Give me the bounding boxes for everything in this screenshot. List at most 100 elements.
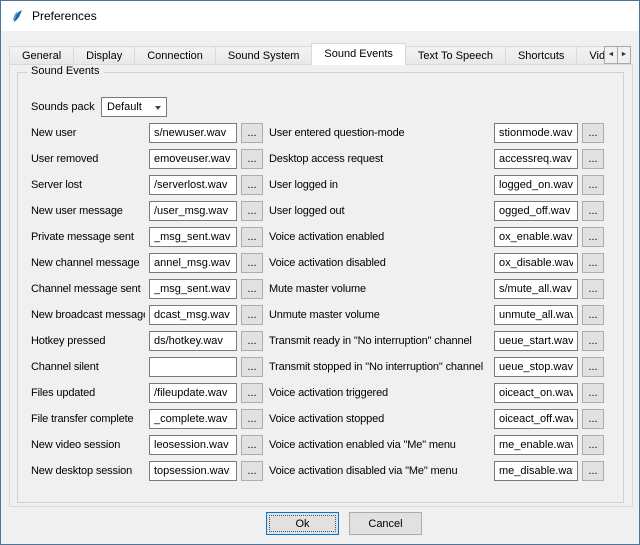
sound-event-label: New user message bbox=[31, 201, 145, 221]
browse-button[interactable]: ... bbox=[582, 305, 604, 325]
browse-button[interactable]: ... bbox=[241, 435, 263, 455]
tab-text-to-speech[interactable]: Text To Speech bbox=[405, 46, 506, 65]
sound-file-input[interactable] bbox=[149, 253, 237, 273]
browse-button[interactable]: ... bbox=[582, 409, 604, 429]
tab-video[interactable]: Video bbox=[576, 46, 605, 65]
tab-bar: GeneralDisplayConnectionSound SystemSoun… bbox=[9, 43, 605, 65]
app-icon bbox=[9, 8, 25, 24]
tab-scroll-right-button[interactable]: ► bbox=[617, 46, 631, 64]
browse-button[interactable]: ... bbox=[582, 149, 604, 169]
tab-connection[interactable]: Connection bbox=[134, 46, 216, 65]
browse-button[interactable]: ... bbox=[241, 201, 263, 221]
sound-event-label: New broadcast message bbox=[31, 305, 145, 325]
tab-display[interactable]: Display bbox=[73, 46, 135, 65]
browse-button[interactable]: ... bbox=[241, 227, 263, 247]
browse-button[interactable]: ... bbox=[241, 383, 263, 403]
sound-file-input[interactable] bbox=[149, 175, 237, 195]
tab-scroller: ◄ ► bbox=[605, 46, 631, 64]
sound-file-input[interactable] bbox=[494, 279, 578, 299]
browse-button[interactable]: ... bbox=[241, 279, 263, 299]
window-title: Preferences bbox=[32, 9, 97, 23]
sound-file-input[interactable] bbox=[149, 409, 237, 429]
sound-event-label: Files updated bbox=[31, 383, 145, 403]
browse-button[interactable]: ... bbox=[241, 253, 263, 273]
sound-file-input[interactable] bbox=[494, 357, 578, 377]
browse-button[interactable]: ... bbox=[241, 331, 263, 351]
sound-event-label: New user bbox=[31, 123, 145, 143]
chevron-down-icon bbox=[155, 106, 161, 110]
sound-file-input[interactable] bbox=[149, 383, 237, 403]
cancel-button[interactable]: Cancel bbox=[349, 512, 422, 535]
sound-events-column-right: User entered question-mode...Desktop acc… bbox=[269, 123, 604, 481]
sound-file-input[interactable] bbox=[494, 253, 578, 273]
sound-event-label: Transmit ready in "No interruption" chan… bbox=[269, 331, 490, 351]
sound-file-input[interactable] bbox=[149, 227, 237, 247]
sound-event-label: Unmute master volume bbox=[269, 305, 490, 325]
browse-button[interactable]: ... bbox=[582, 279, 604, 299]
sound-file-input[interactable] bbox=[149, 435, 237, 455]
sound-event-label: Transmit stopped in "No interruption" ch… bbox=[269, 357, 490, 377]
sound-event-label: Channel silent bbox=[31, 357, 145, 377]
browse-button[interactable]: ... bbox=[241, 149, 263, 169]
browse-button[interactable]: ... bbox=[582, 227, 604, 247]
browse-button[interactable]: ... bbox=[582, 383, 604, 403]
browse-button[interactable]: ... bbox=[582, 331, 604, 351]
sounds-pack-select[interactable]: Default bbox=[101, 97, 167, 117]
sound-file-input[interactable] bbox=[494, 383, 578, 403]
sound-file-input[interactable] bbox=[494, 435, 578, 455]
preferences-dialog: Preferences GeneralDisplayConnectionSoun… bbox=[0, 0, 640, 545]
tab-general[interactable]: General bbox=[9, 46, 74, 65]
sound-file-input[interactable] bbox=[494, 149, 578, 169]
arrow-left-icon: ◄ bbox=[608, 51, 615, 58]
sound-file-input[interactable] bbox=[149, 123, 237, 143]
browse-button[interactable]: ... bbox=[582, 461, 604, 481]
tab-shortcuts[interactable]: Shortcuts bbox=[505, 46, 577, 65]
titlebar: Preferences bbox=[1, 1, 639, 31]
sound-file-input[interactable] bbox=[494, 123, 578, 143]
sound-file-input[interactable] bbox=[494, 461, 578, 481]
browse-button[interactable]: ... bbox=[241, 409, 263, 429]
sound-event-label: Hotkey pressed bbox=[31, 331, 145, 351]
sound-file-input[interactable] bbox=[149, 357, 237, 377]
browse-button[interactable]: ... bbox=[241, 357, 263, 377]
sound-file-input[interactable] bbox=[494, 409, 578, 429]
tab-scroll-left-button[interactable]: ◄ bbox=[604, 46, 618, 64]
sound-file-input[interactable] bbox=[494, 305, 578, 325]
sound-event-label: Voice activation disabled bbox=[269, 253, 490, 273]
sound-file-input[interactable] bbox=[494, 175, 578, 195]
sound-event-label: File transfer complete bbox=[31, 409, 145, 429]
sound-event-label: Desktop access request bbox=[269, 149, 490, 169]
browse-button[interactable]: ... bbox=[241, 461, 263, 481]
browse-button[interactable]: ... bbox=[582, 357, 604, 377]
tab-sound-events[interactable]: Sound Events bbox=[311, 43, 406, 65]
sound-event-label: New channel message bbox=[31, 253, 145, 273]
groupbox-title: Sound Events bbox=[27, 65, 104, 77]
sounds-pack-label: Sounds pack bbox=[31, 97, 95, 117]
ok-button[interactable]: Ok bbox=[266, 512, 339, 535]
sound-event-label: New desktop session bbox=[31, 461, 145, 481]
browse-button[interactable]: ... bbox=[582, 123, 604, 143]
sound-event-label: User logged out bbox=[269, 201, 490, 221]
sound-event-label: User logged in bbox=[269, 175, 490, 195]
sound-event-label: Mute master volume bbox=[269, 279, 490, 299]
sound-file-input[interactable] bbox=[149, 331, 237, 351]
browse-button[interactable]: ... bbox=[582, 435, 604, 455]
browse-button[interactable]: ... bbox=[241, 305, 263, 325]
sound-event-label: Channel message sent bbox=[31, 279, 145, 299]
sound-file-input[interactable] bbox=[149, 461, 237, 481]
browse-button[interactable]: ... bbox=[582, 201, 604, 221]
sound-file-input[interactable] bbox=[149, 201, 237, 221]
sound-file-input[interactable] bbox=[494, 331, 578, 351]
sound-event-label: Server lost bbox=[31, 175, 145, 195]
sound-file-input[interactable] bbox=[494, 227, 578, 247]
browse-button[interactable]: ... bbox=[241, 123, 263, 143]
browse-button[interactable]: ... bbox=[582, 175, 604, 195]
browse-button[interactable]: ... bbox=[241, 175, 263, 195]
sound-file-input[interactable] bbox=[149, 279, 237, 299]
browse-button[interactable]: ... bbox=[582, 253, 604, 273]
tab-sound-system[interactable]: Sound System bbox=[215, 46, 313, 65]
sound-file-input[interactable] bbox=[149, 149, 237, 169]
sound-event-label: Voice activation enabled bbox=[269, 227, 490, 247]
sound-file-input[interactable] bbox=[494, 201, 578, 221]
sound-file-input[interactable] bbox=[149, 305, 237, 325]
